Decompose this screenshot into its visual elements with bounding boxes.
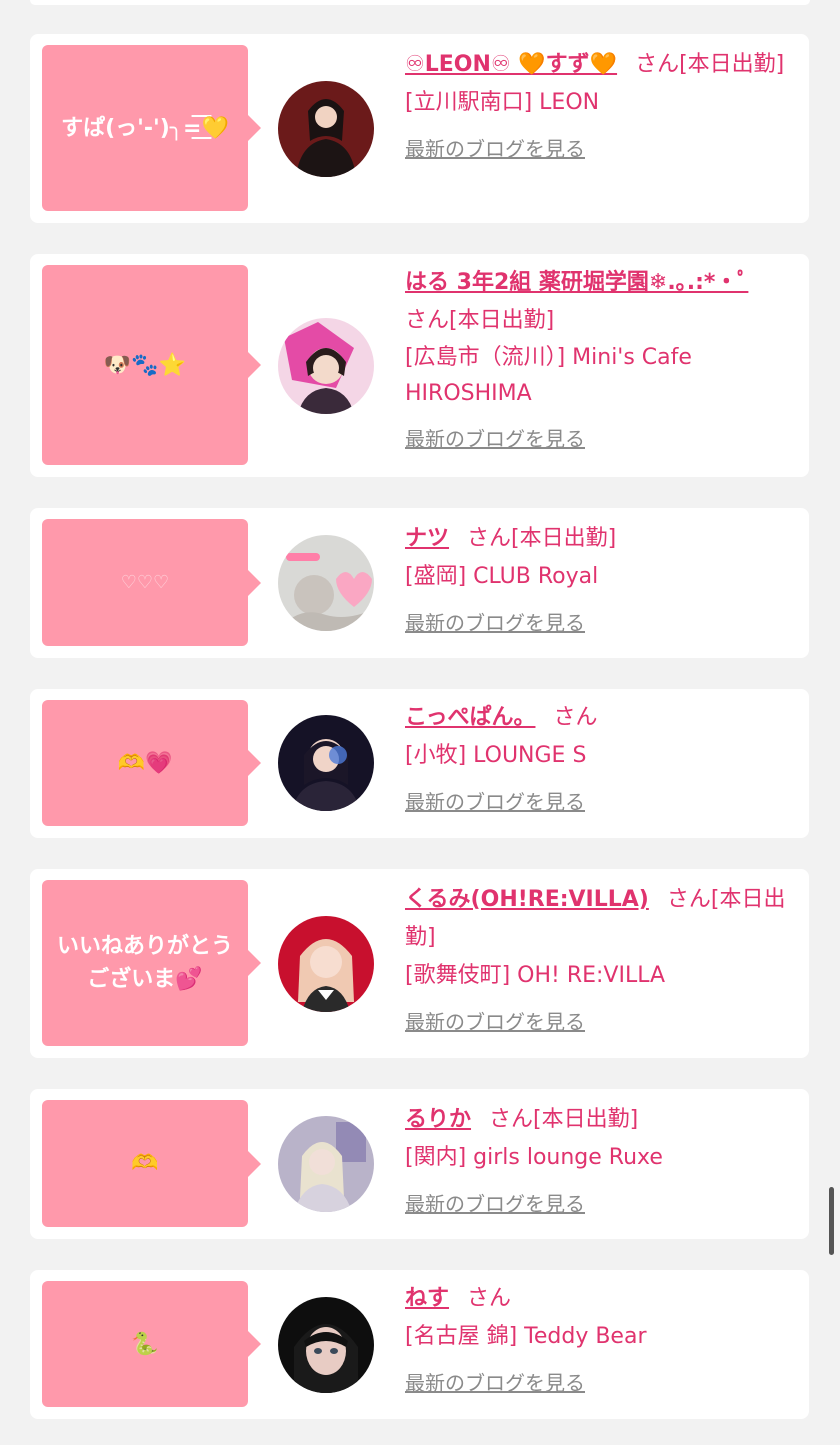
latest-blog-link[interactable]: 最新のブログを見る — [405, 1003, 800, 1041]
avatar-photo-icon — [278, 1297, 374, 1393]
shop-label: [広島市（流川）] Mini's Cafe HIROSHIMA — [405, 345, 692, 406]
comment-text: いいねありがとうございま💕 — [56, 934, 233, 992]
comment-text: すぱ(っ'-')╮=͟͟͞͞💛 — [61, 115, 229, 141]
comment-text: 🐍 — [131, 1331, 159, 1357]
comment-bubble: 🐍 — [42, 1281, 261, 1407]
scrollbar-thumb[interactable] — [829, 1187, 834, 1255]
blog-like-card: すぱ(っ'-')╮=͟͟͞͞💛 ♾LEON♾ 🧡すず🧡 さん[本日出勤] [立川駅… — [30, 34, 809, 223]
girl-name-link[interactable]: くるみ(OH!RE:VILLA) — [405, 887, 649, 912]
comment-bubble: ♡♡♡ — [42, 519, 261, 646]
avatar-photo-icon — [278, 81, 374, 177]
san-status: さん[本日出勤] — [635, 52, 785, 77]
comment-text: 🐶🐾⭐ — [103, 352, 187, 378]
san-status: さん[本日出勤] — [405, 308, 555, 333]
san-status: さん — [467, 1286, 512, 1311]
avatar-photo-icon — [278, 916, 374, 1012]
girl-name-link[interactable]: ねす — [405, 1286, 449, 1311]
comment-bubble: いいねありがとうございま💕 — [42, 880, 261, 1046]
girl-name-link[interactable]: ♾LEON♾ 🧡すず🧡 — [405, 52, 617, 77]
san-status: さん[本日出勤] — [467, 526, 617, 551]
avatar[interactable] — [278, 916, 374, 1012]
comment-text: 🫶💗 — [117, 750, 173, 776]
entry-info: はる 3年2組 薬研堀学園❄︎.｡.:*・ﾟ さん[本日出勤] [広島市（流川）… — [405, 264, 800, 458]
latest-blog-link[interactable]: 最新のブログを見る — [405, 604, 800, 642]
blog-like-card: 🫶 るりか さん[本日出勤] [関内] girls lounge Ruxe 最新の… — [30, 1089, 809, 1239]
latest-blog-link[interactable]: 最新のブログを見る — [405, 1364, 800, 1402]
latest-blog-link[interactable]: 最新のブログを見る — [405, 420, 800, 458]
blog-like-card: 🫶💗 こっぺぱん。 さん [小牧] LOUNGE S 最新のブログを見る — [30, 689, 809, 838]
previous-card-edge — [30, 0, 810, 5]
avatar-photo-icon — [278, 715, 374, 811]
entry-info: ♾LEON♾ 🧡すず🧡 さん[本日出勤] [立川駅南口] LEON 最新のブログを… — [405, 46, 800, 168]
san-status: さん — [553, 705, 598, 730]
avatar-photo-icon — [278, 535, 374, 631]
san-status: さん[本日出勤] — [489, 1107, 639, 1132]
avatar-photo-icon — [278, 318, 374, 414]
comment-bubble: すぱ(っ'-')╮=͟͟͞͞💛 — [42, 45, 261, 211]
blog-like-card: いいねありがとうございま💕 くるみ(OH!RE:VILLA) さん[本日出勤] [… — [30, 869, 809, 1058]
comment-text: ♡♡♡ — [120, 572, 170, 593]
blog-like-card: 🐍 ねす さん [名古屋 錦] Teddy Bear 最新のブログを見る — [30, 1270, 809, 1419]
comment-bubble: 🫶💗 — [42, 700, 261, 826]
avatar-photo-icon — [278, 1116, 374, 1212]
blog-like-card: ♡♡♡ ナツ さん[本日出勤] [盛岡] CLUB Royal 最新のブログを見る — [30, 508, 809, 658]
shop-label: [盛岡] CLUB Royal — [405, 564, 599, 589]
latest-blog-link[interactable]: 最新のブログを見る — [405, 130, 800, 168]
avatar[interactable] — [278, 535, 374, 631]
entry-info: るりか さん[本日出勤] [関内] girls lounge Ruxe 最新のブロ… — [405, 1101, 800, 1223]
entry-info: くるみ(OH!RE:VILLA) さん[本日出勤] [歌舞伎町] OH! RE:V… — [405, 881, 800, 1041]
entry-info: ナツ さん[本日出勤] [盛岡] CLUB Royal 最新のブログを見る — [405, 520, 800, 642]
latest-blog-link[interactable]: 最新のブログを見る — [405, 783, 800, 821]
avatar[interactable] — [278, 318, 374, 414]
latest-blog-link[interactable]: 最新のブログを見る — [405, 1185, 800, 1223]
comment-bubble: 🫶 — [42, 1100, 261, 1227]
shop-label: [立川駅南口] LEON — [405, 90, 600, 115]
girl-name-link[interactable]: はる 3年2組 薬研堀学園❄︎.｡.:*・ﾟ — [405, 270, 748, 295]
girl-name-link[interactable]: ナツ — [405, 526, 449, 551]
shop-label: [歌舞伎町] OH! RE:VILLA — [405, 963, 666, 988]
girl-name-link[interactable]: こっぺぱん。 — [405, 705, 535, 730]
avatar[interactable] — [278, 1116, 374, 1212]
girl-name-link[interactable]: るりか — [405, 1107, 471, 1132]
shop-label: [関内] girls lounge Ruxe — [405, 1145, 663, 1170]
blog-like-card: 🐶🐾⭐ はる 3年2組 薬研堀学園❄︎.｡.:*・ﾟ さん[本日出勤] [広島市… — [30, 254, 809, 477]
comment-bubble: 🐶🐾⭐ — [42, 265, 261, 465]
shop-label: [小牧] LOUNGE S — [405, 743, 587, 768]
entry-info: こっぺぱん。 さん [小牧] LOUNGE S 最新のブログを見る — [405, 699, 800, 821]
avatar[interactable] — [278, 1297, 374, 1393]
entry-info: ねす さん [名古屋 錦] Teddy Bear 最新のブログを見る — [405, 1280, 800, 1402]
avatar[interactable] — [278, 715, 374, 811]
shop-label: [名古屋 錦] Teddy Bear — [405, 1324, 647, 1349]
avatar[interactable] — [278, 81, 374, 177]
comment-text: 🫶 — [131, 1151, 159, 1176]
